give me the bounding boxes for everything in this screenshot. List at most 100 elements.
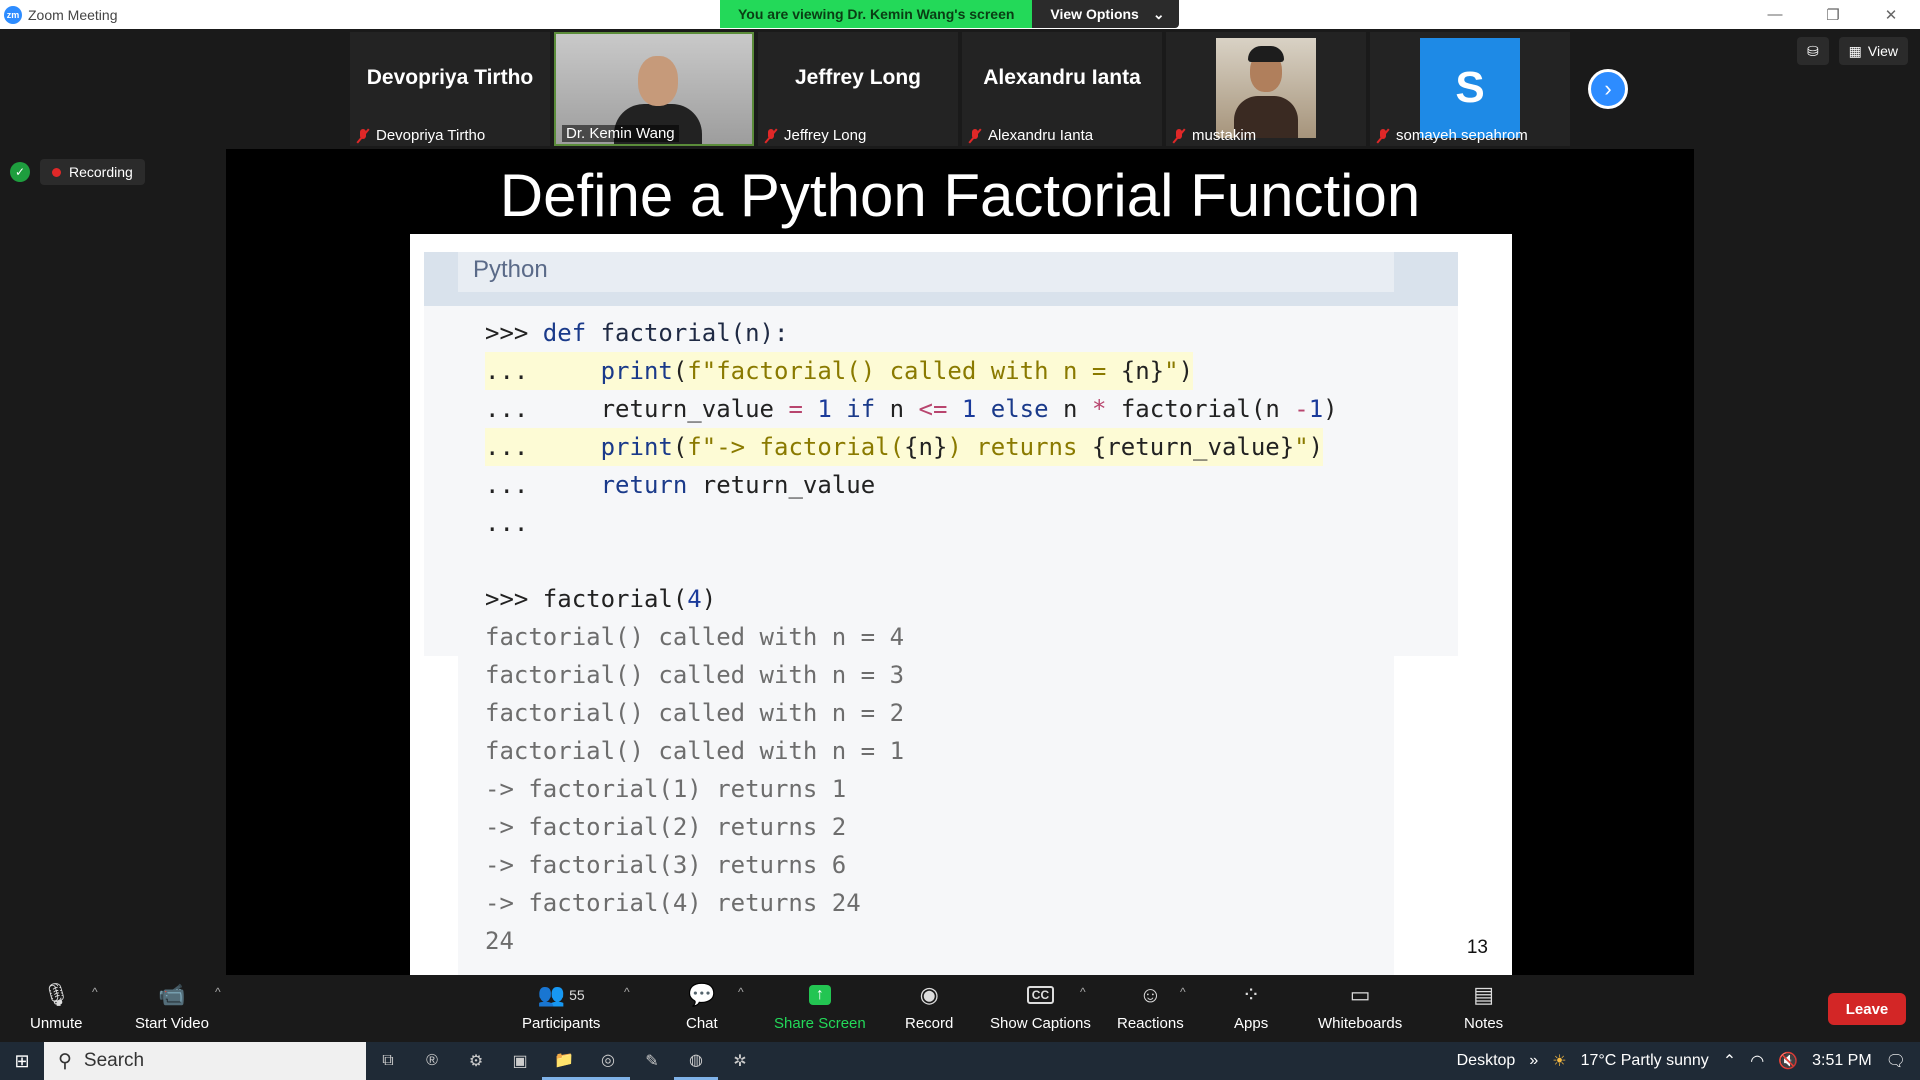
app-icon[interactable]: ✎ <box>630 1042 674 1080</box>
file-explorer-icon[interactable]: 📁 <box>542 1042 586 1080</box>
participant-name: Jeffrey Long <box>794 66 922 89</box>
restore-button[interactable]: ❐ <box>1804 0 1862 29</box>
next-page-button[interactable]: › <box>1588 69 1628 109</box>
show-captions-button[interactable]: CC Show Captions <box>990 981 1091 1032</box>
recording-badge[interactable]: Recording <box>40 159 145 185</box>
video-off-icon: 📹 <box>158 982 186 1007</box>
chevron-up-icon[interactable]: ⌃ <box>1723 1051 1736 1071</box>
immersive-view-button[interactable]: ⛁ <box>1796 37 1829 65</box>
mic-muted-icon <box>764 128 778 144</box>
speaker-muted-icon[interactable]: 🔇 <box>1778 1051 1798 1071</box>
participant-label: Devopriya Tirtho <box>356 127 485 144</box>
reactions-button[interactable]: ☺ Reactions <box>1117 981 1184 1032</box>
wifi-icon[interactable]: ◠ <box>1750 1051 1764 1071</box>
chat-caret[interactable]: ^ <box>738 985 744 999</box>
zoom-app-icon[interactable]: ◍ <box>674 1042 718 1080</box>
mic-muted-icon <box>1172 128 1186 144</box>
view-label: View <box>1867 43 1898 59</box>
apps-label: Apps <box>1234 1015 1269 1032</box>
desktop-toolbar-label[interactable]: Desktop <box>1457 1052 1516 1070</box>
reactions-label: Reactions <box>1117 1015 1184 1032</box>
code-line: ... print(f"-> factorial({n}) returns {r… <box>485 428 1324 466</box>
chat-button[interactable]: 💬 Chat <box>686 981 718 1032</box>
apps-button[interactable]: ⁘ Apps <box>1234 981 1268 1032</box>
clock[interactable]: 3:51 PM <box>1812 1052 1872 1070</box>
participant-label: somayeh sepahrom <box>1376 127 1528 144</box>
participant-tile[interactable]: Jeffrey Long Jeffrey Long <box>758 32 958 146</box>
settings-app-icon[interactable]: ⚙ <box>454 1042 498 1080</box>
code-output: factorial() called with n = 1 <box>485 737 905 765</box>
chat-icon: 💬 <box>688 982 716 1007</box>
share-screen-label: Share Screen <box>774 1015 866 1032</box>
participant-label: Alexandru Ianta <box>968 127 1093 144</box>
video-options-caret[interactable]: ^ <box>215 985 221 999</box>
participant-label-text: Dr. Kemin Wang <box>566 125 675 142</box>
participant-tile[interactable]: S somayeh sepahrom <box>1370 32 1570 146</box>
code-output: factorial() called with n = 4 <box>485 623 905 651</box>
code-line: >>> factorial(4) <box>485 585 717 613</box>
leave-button[interactable]: Leave <box>1828 993 1906 1025</box>
code-output: factorial() called with n = 3 <box>485 661 905 689</box>
close-button[interactable]: ✕ <box>1862 0 1920 29</box>
record-icon: ◉ <box>919 982 939 1007</box>
code-output: -> factorial(2) returns 2 <box>485 813 847 841</box>
view-options-label: View Options <box>1050 6 1139 22</box>
apps-icon: ⁘ <box>1241 982 1261 1007</box>
captions-label: Show Captions <box>990 1015 1091 1032</box>
participant-label-text: Alexandru Ianta <box>988 127 1094 144</box>
unmute-label: Unmute <box>30 1015 83 1032</box>
window-titlebar: zm Zoom Meeting You are viewing Dr. Kemi… <box>0 0 1920 29</box>
participant-tile[interactable]: Alexandru Ianta Alexandru Ianta <box>962 32 1162 146</box>
avatar: S <box>1420 38 1520 138</box>
start-video-label: Start Video <box>135 1015 209 1032</box>
weather-icon: ☀ <box>1552 1053 1567 1070</box>
shield-icon[interactable]: ✓ <box>10 162 30 182</box>
record-label: Record <box>905 1015 954 1032</box>
participant-strip: Devopriya Tirtho Devopriya Tirtho Dr. Ke… <box>350 32 1570 146</box>
notification-icon[interactable]: 🗨 <box>1886 1051 1906 1071</box>
minimize-button[interactable]: — <box>1746 0 1804 29</box>
zoom-logo-icon: zm <box>4 5 22 24</box>
captions-caret[interactable]: ^ <box>1080 985 1086 999</box>
search-icon: ⚲ <box>58 1050 72 1072</box>
windows-start-icon[interactable]: ⊞ <box>0 1042 44 1080</box>
code-output: 24 <box>485 927 514 955</box>
weather-label[interactable]: 17°C Partly sunny <box>1581 1052 1709 1070</box>
participants-icon: 👥 55 <box>537 982 585 1007</box>
app-r-icon[interactable]: ® <box>410 1042 454 1080</box>
code-output: -> factorial(3) returns 6 <box>485 851 847 879</box>
reactions-caret[interactable]: ^ <box>1180 985 1186 999</box>
code-output: -> factorial(1) returns 1 <box>485 775 847 803</box>
chrome-icon[interactable]: ◎ <box>586 1042 630 1080</box>
participant-label: Jeffrey Long <box>764 127 866 144</box>
terminal-icon[interactable]: ▣ <box>498 1042 542 1080</box>
participant-tile-active-speaker[interactable]: Dr. Kemin Wang <box>554 32 754 146</box>
code-header <box>424 252 1458 306</box>
share-banner: You are viewing Dr. Kemin Wang's screen … <box>720 0 1179 28</box>
participant-tile[interactable]: Devopriya Tirtho Devopriya Tirtho <box>350 32 550 146</box>
notes-icon: ▤ <box>1473 982 1494 1007</box>
start-video-button[interactable]: 📹 Start Video <box>135 981 209 1032</box>
unmute-button[interactable]: 🎙 Unmute <box>30 981 83 1032</box>
slide-content: Python >>> def factorial(n): ... print(f… <box>410 234 1512 976</box>
notes-button[interactable]: ▤ Notes <box>1464 981 1503 1032</box>
view-options-button[interactable]: View Options ⌄ <box>1032 0 1179 28</box>
share-screen-button[interactable]: ↑ Share Screen <box>774 981 866 1032</box>
chevron-right-icon[interactable]: » <box>1529 1052 1538 1070</box>
app-gear-icon[interactable]: ✲ <box>718 1042 762 1080</box>
record-button[interactable]: ◉ Record <box>905 981 953 1032</box>
layout-icon: ⛁ <box>1806 42 1819 59</box>
whiteboard-icon: ▭ <box>1349 982 1371 1007</box>
participants-button[interactable]: 👥 55 Participants <box>522 981 600 1032</box>
whiteboards-button[interactable]: ▭ Whiteboards <box>1318 981 1402 1032</box>
code-line: >>> def factorial(n): <box>485 319 789 347</box>
view-button[interactable]: ▦ View <box>1838 37 1908 65</box>
audio-options-caret[interactable]: ^ <box>92 985 98 999</box>
taskbar-search[interactable]: ⚲ Search <box>44 1042 366 1080</box>
code-output: factorial() called with n = 2 <box>485 699 905 727</box>
task-view-icon[interactable]: ⧉ <box>366 1042 410 1080</box>
participant-tile[interactable]: mustakim <box>1166 32 1366 146</box>
mic-muted-icon <box>356 128 370 144</box>
mic-muted-icon: 🎙 <box>42 982 71 1007</box>
participants-caret[interactable]: ^ <box>624 985 630 999</box>
